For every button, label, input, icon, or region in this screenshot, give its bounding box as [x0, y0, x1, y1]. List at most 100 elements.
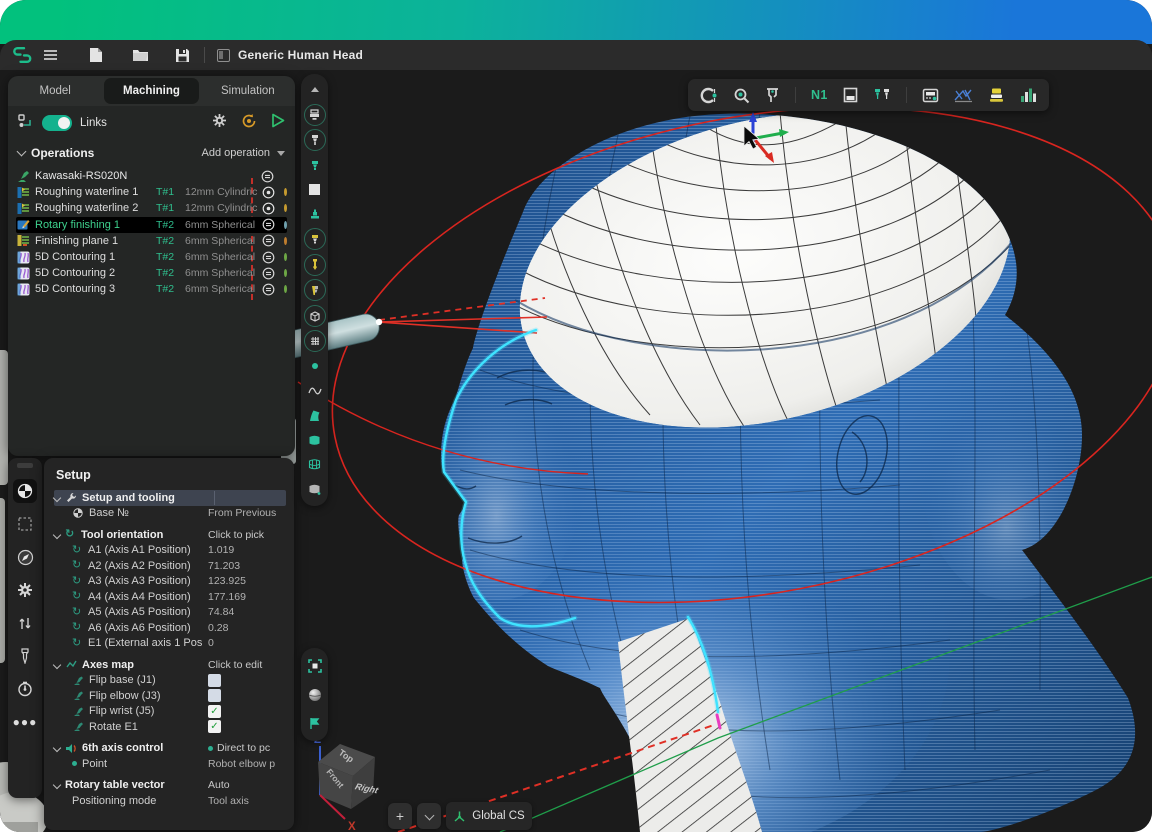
surface-gray-icon[interactable]: [303, 478, 326, 499]
surface-flag-icon[interactable]: [303, 405, 326, 426]
checkbox-unchecked[interactable]: [208, 689, 221, 702]
open-folder-icon[interactable]: [126, 43, 154, 67]
axis-row[interactable]: ↻E1 (External axis 1 Position)0: [54, 636, 286, 652]
axis-row[interactable]: ↻A1 (Axis A1 Position)1.019: [54, 543, 286, 559]
operation-row[interactable]: Finishing plane 1 T#2 6mm Spherical r: [16, 233, 287, 249]
add-cs-button[interactable]: +: [388, 803, 412, 829]
axes-map-header[interactable]: Axes map Click to edit: [54, 657, 286, 673]
tool-teal-icon[interactable]: [303, 155, 326, 176]
workpiece-icon[interactable]: [843, 86, 858, 104]
waterline-op-icon: [16, 202, 30, 215]
part-box-icon[interactable]: [304, 305, 326, 327]
tool-stack-icon[interactable]: [988, 86, 1005, 104]
axis-row[interactable]: ↻A4 (Axis A4 Position)177.169: [54, 589, 286, 605]
operation-row[interactable]: 5D Contouring 3 T#2 6mm Spherical r: [16, 281, 287, 297]
surface-curtain-icon[interactable]: [303, 429, 326, 450]
nc-program-label[interactable]: N1: [811, 86, 828, 104]
toolholder-visibility-icon[interactable]: [304, 129, 326, 151]
flip-row[interactable]: Flip elbow (J3): [54, 688, 286, 704]
flag-teal-icon[interactable]: [303, 713, 326, 734]
axis-row[interactable]: ↻A6 (Axis A6 Position)0.28: [54, 620, 286, 636]
op-state-pending-icon[interactable]: [262, 283, 275, 296]
point-row[interactable]: Point Robot elbow p: [54, 756, 286, 772]
selection-frame-icon[interactable]: [13, 512, 37, 536]
toolholders-icon[interactable]: [873, 86, 891, 104]
tab-model[interactable]: Model: [8, 76, 102, 106]
settings-gear-icon[interactable]: [212, 113, 227, 133]
tab-simulation[interactable]: Simulation: [201, 76, 295, 106]
gear-icon[interactable]: [13, 578, 37, 602]
flip-row[interactable]: Flip base (J1): [54, 673, 286, 689]
op-state-pending-icon[interactable]: [262, 251, 275, 264]
timer-icon[interactable]: [13, 677, 37, 701]
tool-half-icon[interactable]: [304, 279, 326, 301]
operation-row-selected[interactable]: Rotary finishing 1 T#2 6mm Spherical r: [16, 217, 287, 233]
machine-row[interactable]: Kawasaki-RS020N: [16, 168, 287, 184]
control-panel-icon[interactable]: [922, 86, 939, 104]
axis-row[interactable]: ↻A2 (Axis A2 Position)71.203: [54, 558, 286, 574]
probe-icon[interactable]: [733, 86, 750, 104]
rotary-table-header[interactable]: Rotary table vector Auto: [54, 778, 286, 794]
tab-machining[interactable]: Machining: [104, 78, 198, 104]
collapse-up-icon[interactable]: [303, 79, 326, 100]
compass-icon[interactable]: [13, 545, 37, 569]
sort-arrows-icon[interactable]: [13, 611, 37, 635]
base-row[interactable]: Base № From Previous: [54, 506, 286, 522]
setup-and-tooling-header[interactable]: Setup and tooling: [54, 490, 286, 506]
flip-row[interactable]: Rotate E1 ✓: [54, 719, 286, 735]
op-state-pending-icon[interactable]: [262, 218, 275, 231]
global-cs-button[interactable]: Global CS: [446, 802, 532, 830]
curve-icon[interactable]: [303, 380, 326, 401]
operations-collapse-chevron[interactable]: [17, 147, 27, 157]
viewport-3d[interactable]: Top Front Right Z X Model Machining Simu…: [0, 70, 1152, 832]
links-toggle[interactable]: [42, 115, 72, 131]
hamburger-menu-icon[interactable]: [36, 43, 64, 67]
op-state-computed-icon[interactable]: [262, 186, 275, 199]
op-state-pending-icon[interactable]: [262, 234, 275, 247]
cs-dropdown-button[interactable]: [417, 803, 441, 829]
new-document-icon[interactable]: [82, 43, 110, 67]
save-icon[interactable]: [168, 43, 196, 67]
run-icon[interactable]: [271, 113, 285, 133]
tool-lamp-icon[interactable]: [13, 644, 37, 668]
positioning-mode-row[interactable]: Positioning mode Tool axis: [54, 793, 286, 809]
toolpath-icon[interactable]: [954, 86, 973, 104]
more-ellipsis-icon[interactable]: ●●●: [13, 710, 37, 734]
app-logo[interactable]: [8, 43, 36, 67]
operation-row[interactable]: Roughing waterline 2 T#1 12mm Cylindrica: [16, 200, 287, 216]
checkbox-checked[interactable]: ✓: [208, 705, 221, 718]
op-state-computed-icon[interactable]: [262, 202, 275, 215]
links-scheme-icon[interactable]: [18, 114, 34, 133]
add-operation-caret[interactable]: [277, 151, 285, 156]
strip-handle[interactable]: [17, 463, 33, 468]
c-axis-icon[interactable]: [700, 86, 718, 104]
fit-view-icon[interactable]: [303, 655, 326, 676]
operation-row[interactable]: 5D Contouring 1 T#2 6mm Spherical r: [16, 249, 287, 265]
surface-grid-icon[interactable]: [303, 454, 326, 475]
statistics-icon[interactable]: [1020, 86, 1037, 104]
mesh-icon[interactable]: [304, 330, 326, 352]
machine-state-icon[interactable]: [261, 170, 274, 183]
checkbox-checked[interactable]: ✓: [208, 720, 221, 733]
caliper-icon[interactable]: [765, 86, 780, 104]
recalculate-icon[interactable]: [241, 113, 257, 134]
spindle-teal-icon[interactable]: [303, 204, 326, 225]
workpiece-square-icon[interactable]: [303, 179, 326, 200]
operation-row[interactable]: Roughing waterline 1 T#1 12mm Cylindrica: [16, 184, 287, 200]
view-cube[interactable]: Top Front Right Z X: [314, 734, 381, 832]
sixth-axis-header[interactable]: 6th axis control Direct to pc: [54, 741, 286, 757]
flip-row[interactable]: Flip wrist (J5) ✓: [54, 704, 286, 720]
machine-visibility-icon[interactable]: [304, 104, 326, 126]
op-state-pending-icon[interactable]: [262, 267, 275, 280]
point-icon[interactable]: [303, 356, 326, 377]
tool-orientation-header[interactable]: ↻ Tool orientation Click to pick: [54, 527, 286, 543]
holder-yellow-icon[interactable]: [304, 228, 326, 250]
checkbox-unchecked[interactable]: [208, 674, 221, 687]
fixture-screw-icon[interactable]: [304, 254, 326, 276]
axis-row[interactable]: ↻A3 (Axis A3 Position)123.925: [54, 574, 286, 590]
base-icon[interactable]: [13, 479, 37, 503]
operation-row[interactable]: 5D Contouring 2 T#2 6mm Spherical r: [16, 265, 287, 281]
axis-row[interactable]: ↻A5 (Axis A5 Position)74.84: [54, 605, 286, 621]
shaded-sphere-icon[interactable]: [303, 684, 326, 705]
add-operation-button[interactable]: Add operation: [202, 147, 286, 159]
